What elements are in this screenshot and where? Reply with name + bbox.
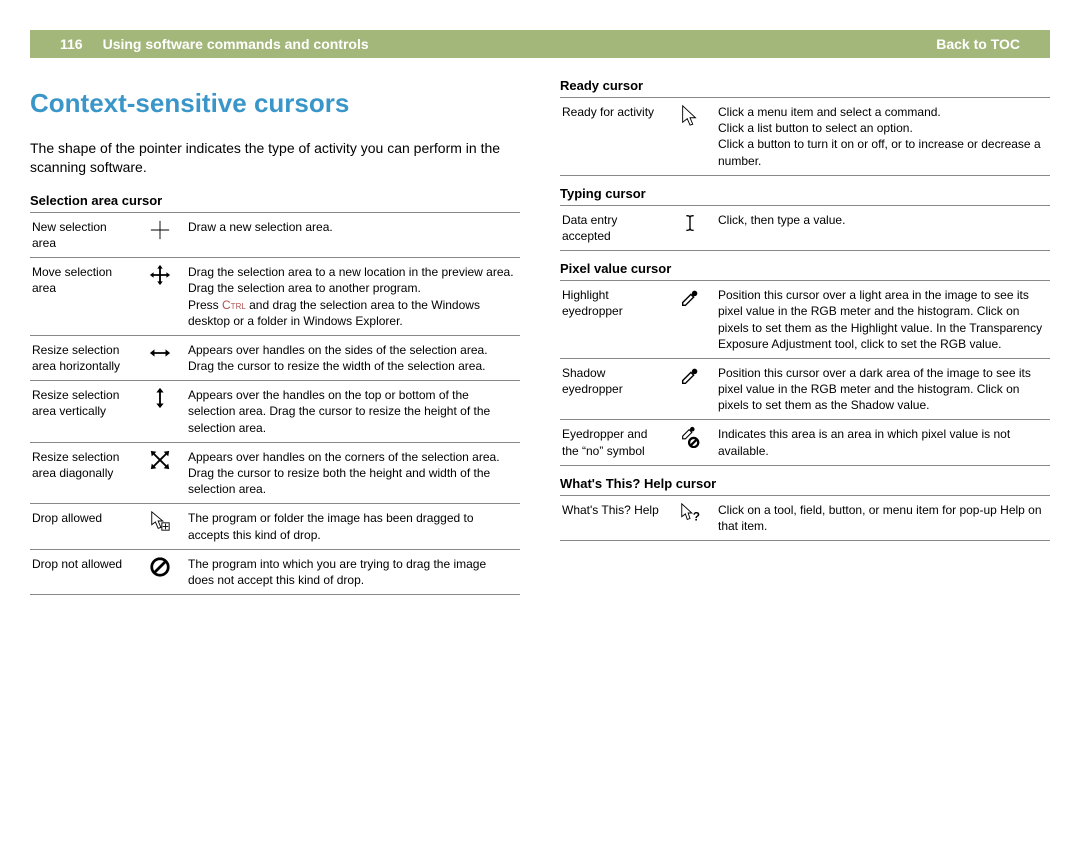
table-row: Highlight eyedropper Position this cursor… — [560, 281, 1050, 359]
drop-allowed-icon — [149, 510, 171, 532]
page-number: 116 — [60, 30, 83, 58]
cursor-table: Ready for activity Click a menu item and … — [560, 97, 1050, 176]
cursor-icon-cell — [668, 281, 716, 359]
cursor-name: Resize selection area vertically — [30, 381, 138, 443]
section-selection-area: Selection area cursor New selection area… — [30, 193, 520, 595]
table-row: Move selection area Drag the selection ar… — [30, 258, 520, 336]
cursor-desc: Draw a new selection area. — [186, 212, 520, 257]
cursor-desc: Click, then type a value. — [716, 205, 1050, 250]
table-row: Drop allowed The program or folder the im… — [30, 504, 520, 549]
section-heading: Typing cursor — [560, 186, 1050, 201]
cursor-icon-cell — [138, 258, 186, 336]
cursor-name: New selection area — [30, 212, 138, 257]
cursor-icon-cell — [138, 212, 186, 257]
cursor-desc: Click a menu item and select a command.C… — [716, 98, 1050, 176]
cursor-name: Eyedropper and the “no” symbol — [560, 420, 668, 465]
back-to-toc-link[interactable]: Back to TOC — [936, 36, 1020, 52]
right-column: Ready cursor Ready for activity Click a me… — [560, 68, 1050, 595]
left-column: Context-sensitive cursors The shape of t… — [30, 68, 520, 595]
cursor-table: New selection area Draw a new selection a… — [30, 212, 520, 595]
table-row: What's This? Help Click on a tool, field,… — [560, 495, 1050, 540]
cursor-desc: The program into which you are trying to… — [186, 549, 520, 594]
cursor-desc: Appears over handles on the corners of t… — [186, 442, 520, 504]
cursor-name: Highlight eyedropper — [560, 281, 668, 359]
section: Pixel value cursor Highlight eyedropper Po… — [560, 261, 1050, 466]
cursor-icon-cell — [138, 442, 186, 504]
cursor-name: Drop allowed — [30, 504, 138, 549]
section-heading: Ready cursor — [560, 78, 1050, 93]
cursor-table: Highlight eyedropper Position this cursor… — [560, 280, 1050, 466]
cursor-desc: Indicates this area is an area in which … — [716, 420, 1050, 465]
section-heading: Selection area cursor — [30, 193, 520, 208]
section: Ready cursor Ready for activity Click a me… — [560, 78, 1050, 176]
cursor-icon-cell — [668, 358, 716, 420]
cursor-desc: Drag the selection area to a new locatio… — [186, 258, 520, 336]
table-row: Resize selection area horizontally Appear… — [30, 335, 520, 380]
arrow-icon — [679, 104, 701, 126]
table-row: Eyedropper and the “no” symbol Indicates … — [560, 420, 1050, 465]
cursor-name: Ready for activity — [560, 98, 668, 176]
crosshair-icon — [149, 219, 171, 241]
resize-d-icon — [149, 449, 171, 471]
table-row: Resize selection area diagonally Appears … — [30, 442, 520, 504]
arrow-help-icon — [679, 502, 701, 524]
cursor-name: Resize selection area horizontally — [30, 335, 138, 380]
eyedropper-icon — [679, 287, 701, 309]
table-row: Ready for activity Click a menu item and … — [560, 98, 1050, 176]
cursor-icon-cell — [138, 549, 186, 594]
cursor-icon-cell — [668, 98, 716, 176]
cursor-name: Shadow eyedropper — [560, 358, 668, 420]
table-row: New selection area Draw a new selection a… — [30, 212, 520, 257]
cursor-name: Data entry accepted — [560, 205, 668, 250]
intro-text: The shape of the pointer indicates the t… — [30, 139, 520, 177]
cursor-desc: Click on a tool, field, button, or menu … — [716, 495, 1050, 540]
cursor-desc: Position this cursor over a light area i… — [716, 281, 1050, 359]
table-row: Drop not allowed The program into which y… — [30, 549, 520, 594]
cursor-name: Resize selection area diagonally — [30, 442, 138, 504]
page-title: Context-sensitive cursors — [30, 88, 520, 119]
cursor-desc: Appears over the handles on the top or b… — [186, 381, 520, 443]
drop-not-allowed-icon — [149, 556, 171, 578]
cursor-icon-cell — [138, 504, 186, 549]
resize-h-icon — [149, 342, 171, 364]
cursor-name: Move selection area — [30, 258, 138, 336]
breadcrumb: Using software commands and controls — [103, 30, 369, 58]
section-heading: Pixel value cursor — [560, 261, 1050, 276]
cursor-icon-cell — [668, 495, 716, 540]
cursor-desc: Appears over handles on the sides of the… — [186, 335, 520, 380]
section: What's This? Help cursor What's This? Hel… — [560, 476, 1050, 541]
move-icon — [149, 264, 171, 286]
cursor-name: What's This? Help — [560, 495, 668, 540]
cursor-icon-cell — [668, 205, 716, 250]
section-heading: What's This? Help cursor — [560, 476, 1050, 491]
table-row: Shadow eyedropper Position this cursor ov… — [560, 358, 1050, 420]
cursor-icon-cell — [668, 420, 716, 465]
cursor-table: What's This? Help Click on a tool, field,… — [560, 495, 1050, 541]
resize-v-icon — [149, 387, 171, 409]
table-row: Data entry accepted Click, then type a va… — [560, 205, 1050, 250]
eyedropper-no-icon — [679, 426, 701, 448]
section: Typing cursor Data entry accepted Click, t… — [560, 186, 1050, 251]
cursor-table: Data entry accepted Click, then type a va… — [560, 205, 1050, 251]
cursor-name: Drop not allowed — [30, 549, 138, 594]
ibeam-icon — [679, 212, 701, 234]
cursor-desc: Position this cursor over a dark area of… — [716, 358, 1050, 420]
eyedropper-icon — [679, 365, 701, 387]
cursor-icon-cell — [138, 335, 186, 380]
cursor-icon-cell — [138, 381, 186, 443]
table-row: Resize selection area vertically Appears … — [30, 381, 520, 443]
cursor-desc: The program or folder the image has been… — [186, 504, 520, 549]
header-bar: 116 Using software commands and controls… — [30, 30, 1050, 58]
